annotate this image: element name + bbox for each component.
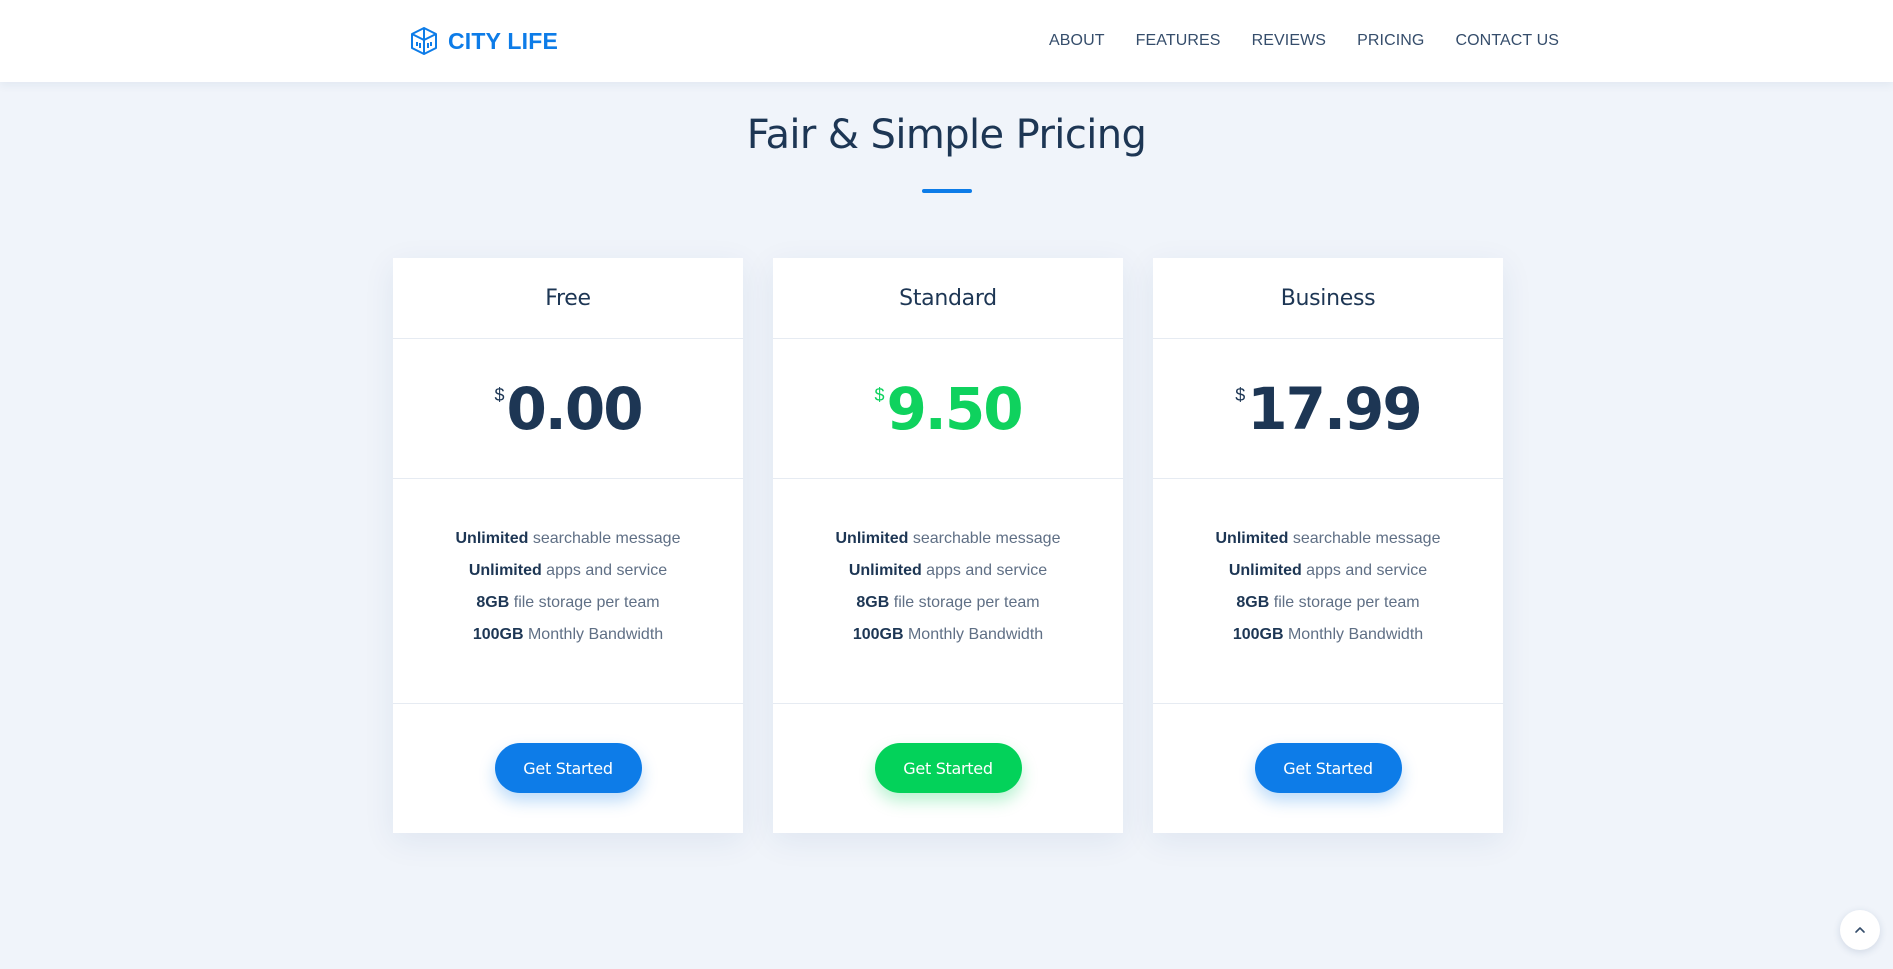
- feature-text: file storage per team: [889, 594, 1040, 611]
- chevron-up-icon: [1855, 927, 1865, 933]
- nav-item-about[interactable]: ABOUT: [1049, 29, 1105, 53]
- nav-item-contact-us[interactable]: CONTACT US: [1455, 29, 1559, 53]
- feature-item: 8GB file storage per team: [393, 587, 743, 619]
- feature-list: Unlimited searchable message Unlimited a…: [1153, 479, 1503, 704]
- card-header: Standard: [773, 258, 1123, 339]
- feature-list: Unlimited searchable message Unlimited a…: [773, 479, 1123, 704]
- feature-item: 8GB file storage per team: [1153, 587, 1503, 619]
- feature-text: searchable message: [1288, 530, 1441, 547]
- feature-item: Unlimited apps and service: [393, 555, 743, 587]
- feature-text: Monthly Bandwidth: [523, 626, 664, 643]
- price: $ 0.00: [494, 374, 643, 443]
- feature-item: Unlimited searchable message: [773, 523, 1123, 555]
- feature-highlight: 8GB: [856, 594, 890, 611]
- get-started-button-standard[interactable]: Get Started: [874, 743, 1022, 793]
- feature-highlight: 100GB: [472, 626, 524, 643]
- feature-item: Unlimited apps and service: [773, 555, 1123, 587]
- brand-logo-link[interactable]: CITY LIFE: [408, 24, 558, 58]
- card-header: Free: [393, 258, 743, 339]
- feature-highlight: Unlimited: [848, 562, 922, 579]
- price: $ 9.50: [874, 374, 1023, 443]
- nav-item-features[interactable]: FEATURES: [1136, 29, 1221, 53]
- card-price: $ 0.00: [393, 339, 743, 479]
- feature-item: 100GB Monthly Bandwidth: [393, 619, 743, 651]
- feature-text: Monthly Bandwidth: [903, 626, 1044, 643]
- price: $ 17.99: [1235, 374, 1422, 443]
- feature-highlight: Unlimited: [455, 530, 529, 547]
- feature-highlight: 100GB: [1232, 626, 1284, 643]
- feature-text: file storage per team: [509, 594, 660, 611]
- site-header: CITY LIFE ABOUT FEATURES REVIEWS PRICING…: [0, 0, 1893, 82]
- get-started-button-free[interactable]: Get Started: [494, 743, 642, 793]
- price-amount: 17.99: [1247, 374, 1422, 443]
- feature-item: Unlimited searchable message: [1153, 523, 1503, 555]
- pricing-card-free: Free $ 0.00 Unlimited searchable message…: [393, 258, 743, 833]
- card-footer: Get Started: [1153, 704, 1503, 832]
- feature-item: Unlimited apps and service: [1153, 555, 1503, 587]
- feature-text: apps and service: [921, 562, 1048, 579]
- feature-highlight: Unlimited: [835, 530, 909, 547]
- card-price: $ 17.99: [1153, 339, 1503, 479]
- feature-text: file storage per team: [1269, 594, 1420, 611]
- plan-name: Free: [545, 285, 591, 311]
- price-amount: 9.50: [886, 374, 1023, 443]
- feature-text: apps and service: [541, 562, 668, 579]
- card-header: Business: [1153, 258, 1503, 339]
- pricing-card-standard: Standard $ 9.50 Unlimited searchable mes…: [773, 258, 1123, 833]
- building-cube-icon: [411, 27, 437, 55]
- feature-highlight: 8GB: [1236, 594, 1270, 611]
- title-underline: [922, 189, 972, 193]
- brand-name: CITY LIFE: [448, 27, 558, 54]
- feature-highlight: Unlimited: [468, 562, 542, 579]
- card-footer: Get Started: [773, 704, 1123, 832]
- pricing-card-business: Business $ 17.99 Unlimited searchable me…: [1153, 258, 1503, 833]
- feature-text: searchable message: [528, 530, 681, 547]
- card-price: $ 9.50: [773, 339, 1123, 479]
- feature-item: 100GB Monthly Bandwidth: [773, 619, 1123, 651]
- scroll-to-top-button[interactable]: [1840, 910, 1880, 950]
- feature-highlight: 100GB: [852, 626, 904, 643]
- nav-item-pricing[interactable]: PRICING: [1357, 29, 1424, 53]
- feature-highlight: 8GB: [476, 594, 510, 611]
- feature-item: Unlimited searchable message: [393, 523, 743, 555]
- feature-highlight: Unlimited: [1215, 530, 1289, 547]
- currency-symbol: $: [1235, 384, 1246, 405]
- feature-item: 100GB Monthly Bandwidth: [1153, 619, 1503, 651]
- feature-text: searchable message: [908, 530, 1061, 547]
- price-amount: 0.00: [506, 374, 643, 443]
- feature-highlight: Unlimited: [1228, 562, 1302, 579]
- nav-item-reviews[interactable]: REVIEWS: [1252, 29, 1327, 53]
- feature-item: 8GB file storage per team: [773, 587, 1123, 619]
- get-started-button-business[interactable]: Get Started: [1254, 743, 1402, 793]
- section-title: Fair & Simple Pricing: [746, 112, 1147, 158]
- card-footer: Get Started: [393, 704, 743, 832]
- plan-name: Standard: [899, 285, 997, 311]
- currency-symbol: $: [494, 384, 505, 405]
- plan-name: Business: [1280, 285, 1376, 311]
- feature-text: Monthly Bandwidth: [1283, 626, 1424, 643]
- feature-text: apps and service: [1301, 562, 1428, 579]
- currency-symbol: $: [874, 384, 885, 405]
- main-nav: ABOUT FEATURES REVIEWS PRICING CONTACT U…: [1049, 29, 1559, 53]
- feature-list: Unlimited searchable message Unlimited a…: [393, 479, 743, 704]
